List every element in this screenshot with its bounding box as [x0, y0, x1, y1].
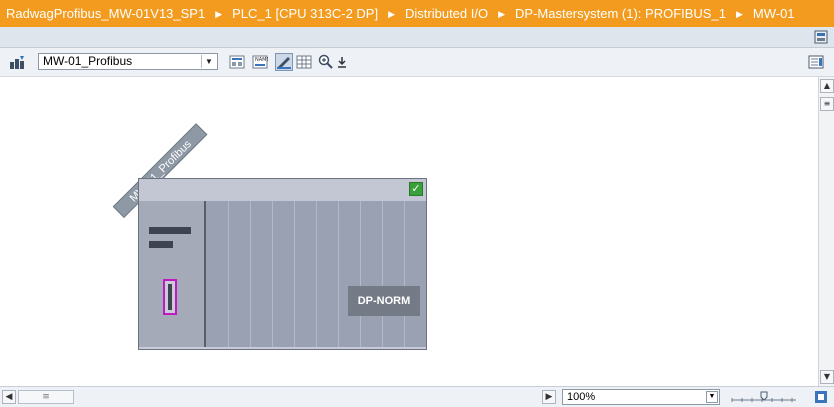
- properties-panel-icon[interactable]: [808, 54, 824, 70]
- breadcrumb-separator: ▶: [735, 9, 743, 19]
- led-bar-icon: [149, 227, 191, 234]
- scroll-down-button[interactable]: ▼: [820, 370, 834, 384]
- rack-header: ✓: [139, 179, 426, 202]
- slot-divider: [360, 201, 361, 347]
- zoom-select[interactable]: 100% ▼: [562, 389, 720, 405]
- device-select[interactable]: MW-01_Profibus ▼: [38, 53, 218, 70]
- bottom-bar: ◀ ≡ ▶ 100% ▼: [0, 386, 834, 407]
- zoom-value: 100%: [567, 391, 596, 403]
- dp-norm-module[interactable]: DP-NORM: [348, 286, 420, 316]
- breadcrumb-plc[interactable]: PLC_1 [CPU 313C-2 DP]: [226, 0, 378, 27]
- slot-divider: [250, 201, 251, 347]
- svg-text:NAME: NAME: [255, 57, 268, 63]
- horizontal-scroll-thumb[interactable]: ≡: [18, 390, 74, 404]
- breadcrumb-separator: ▶: [388, 9, 395, 19]
- connector-core: [168, 284, 172, 310]
- slot-divider: [382, 201, 383, 347]
- save-layout-icon[interactable]: [334, 54, 350, 70]
- slot-divider: [294, 201, 295, 347]
- slot-divider: [338, 201, 339, 347]
- breadcrumb: RadwagProfibus_MW-01V13_SP1 ▶ PLC_1 [CPU 3…: [0, 0, 834, 27]
- breadcrumb-distributed-io[interactable]: Distributed I/O: [399, 0, 488, 27]
- vertical-scrollbar[interactable]: ▲ ≡ ▼: [818, 77, 834, 386]
- scroll-up-button[interactable]: ▲: [820, 79, 834, 93]
- chevron-down-icon[interactable]: ▼: [706, 391, 718, 403]
- breadcrumb-dp-mastersystem[interactable]: DP-Mastersystem (1): PROFIBUS_1: [509, 0, 726, 27]
- split-view-icon[interactable]: [814, 30, 828, 44]
- table-icon[interactable]: [296, 54, 312, 70]
- draw-toggle-icon[interactable]: [275, 53, 293, 71]
- breadcrumb-project[interactable]: RadwagProfibus_MW-01V13_SP1: [0, 0, 205, 27]
- scroll-right-button[interactable]: ▶: [542, 390, 556, 404]
- module-slots[interactable]: DP-NORM: [206, 201, 426, 347]
- network-overview-icon[interactable]: [229, 54, 245, 70]
- profibus-connector-icon[interactable]: [163, 279, 177, 315]
- navigation-icon[interactable]: [814, 390, 828, 404]
- slot-divider: [228, 201, 229, 347]
- breadcrumb-separator: ▶: [215, 9, 223, 19]
- breadcrumb-separator: ▶: [498, 9, 506, 19]
- breadcrumb-device[interactable]: MW-01: [747, 0, 795, 27]
- head-module[interactable]: [139, 201, 206, 347]
- device-view-icon[interactable]: [9, 54, 25, 70]
- scroll-thumb[interactable]: ≡: [820, 97, 834, 111]
- chevron-down-icon[interactable]: ▼: [201, 55, 216, 68]
- show-address-icon[interactable]: NAME: [252, 54, 268, 70]
- zoom-icon[interactable]: [318, 54, 334, 70]
- scroll-left-button[interactable]: ◀: [2, 390, 16, 404]
- view-switch-strip: [0, 27, 834, 48]
- status-ok-icon: ✓: [409, 182, 423, 196]
- device-view-toolbar: MW-01_Profibus ▼ NAME: [0, 48, 834, 77]
- device-rack[interactable]: ✓ DP-NORM: [138, 178, 427, 350]
- slot-divider: [404, 201, 405, 347]
- device-select-value: MW-01_Profibus: [43, 54, 133, 68]
- led-bar-icon: [149, 241, 173, 248]
- slot-divider: [316, 201, 317, 347]
- zoom-slider[interactable]: [730, 391, 798, 403]
- slot-divider: [272, 201, 273, 347]
